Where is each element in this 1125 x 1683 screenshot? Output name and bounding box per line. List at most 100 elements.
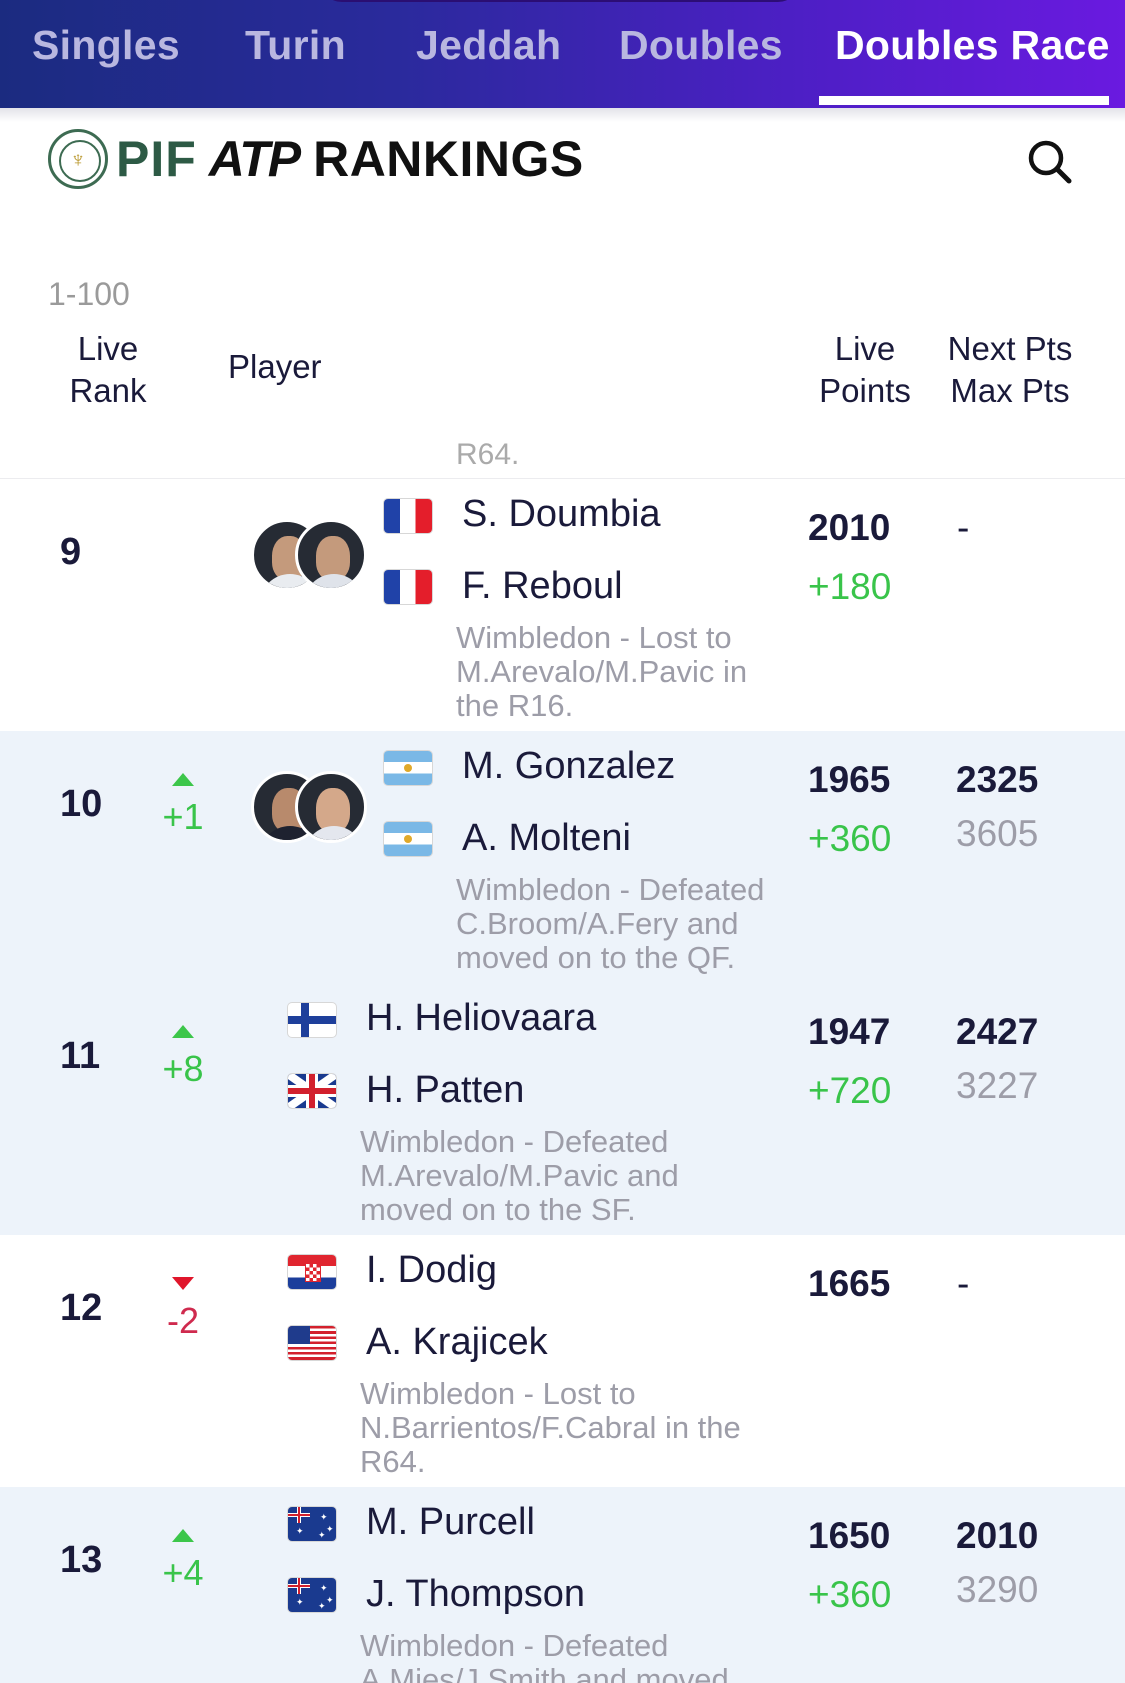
team-avatars (251, 519, 367, 595)
ranking-row[interactable]: 10 +1 M. Gonzalez A. Molteni Wimbledon -… (0, 731, 1125, 983)
search-icon[interactable] (1026, 138, 1074, 186)
tab-bar: Singles Turin Jeddah Doubles Doubles Rac… (0, 0, 1125, 108)
player-name[interactable]: H. Heliovaara (366, 997, 596, 1040)
column-header-live-rank[interactable]: Live Rank (48, 328, 168, 412)
rank-number: 10 (60, 783, 103, 825)
points-gain: +180 (808, 566, 892, 607)
player-avatar (295, 519, 367, 591)
player-name[interactable]: F. Reboul (462, 565, 623, 608)
ranking-row[interactable]: 11 +8 H. Heliovaara H. Patten Wimbledon … (0, 983, 1125, 1235)
movement-value: +1 (162, 796, 204, 837)
header-points-line1: Live (834, 330, 896, 367)
match-description: Wimbledon - Defeated C.Broom/A.Fery and … (456, 873, 786, 975)
description-line: M.Arevalo/M.Pavic and (360, 1158, 679, 1193)
uk-flag-icon (288, 1074, 336, 1108)
rank-number: 13 (60, 1539, 103, 1581)
header-next-line2: Max Pts (950, 372, 1070, 409)
pif-atp-rankings-logo: ♆ PIF ATP RANKINGS (48, 128, 584, 190)
finland-flag-icon (288, 1003, 336, 1037)
points-gain: +360 (808, 818, 892, 859)
description-line: R64. (360, 1444, 426, 1479)
next-points: 2427 (956, 1011, 1039, 1052)
ranking-row[interactable]: 9 S. Doumbia F. Reboul Wimbledon - Lost … (0, 479, 1125, 731)
tab-jeddah[interactable]: Jeddah (416, 22, 561, 69)
description-line: Wimbledon - Defeated (360, 1124, 669, 1159)
player-name[interactable]: J. Thompson (366, 1573, 585, 1616)
tab-bar-shadow (0, 108, 1125, 122)
movement-value: -2 (166, 1300, 199, 1341)
column-header-live-points[interactable]: Live Points (800, 328, 930, 412)
live-points: 1947 (808, 1011, 891, 1052)
description-line: N.Barrientos/F.Cabral in the (360, 1410, 741, 1445)
max-points: 3605 (956, 813, 1039, 854)
match-description: Wimbledon - Lost to M.Arevalo/M.Pavic in… (456, 621, 786, 723)
max-points: 3227 (956, 1065, 1039, 1106)
range-selector[interactable]: 1-100 (48, 276, 130, 313)
live-points: 1965 (808, 759, 891, 800)
description-line: moved on to the QF. (456, 940, 736, 975)
rank-number: 12 (60, 1287, 103, 1329)
header-rank-line2: Rank (69, 372, 147, 409)
player-name[interactable]: M. Gonzalez (462, 745, 675, 788)
croatia-flag-icon (288, 1255, 336, 1289)
max-points: 3290 (956, 1569, 1039, 1610)
logo-atp: ATP (208, 131, 301, 187)
arrow-up-icon (172, 1529, 194, 1542)
description-line: moved on to the SF. (360, 1192, 636, 1227)
live-points: 1665 (808, 1263, 891, 1304)
ranking-row[interactable]: 13 +4 ✦ ✦ ✦ ✦ M. Purcell ✦ ✦ ✦ ✦ J. Thompson W… (0, 1487, 1125, 1683)
player-avatar (295, 771, 367, 843)
tab-singles[interactable]: Singles (32, 22, 180, 69)
description-line: Wimbledon - Lost to (456, 620, 732, 655)
argentina-flag-icon (384, 751, 432, 785)
description-line: Wimbledon - Lost to (360, 1376, 636, 1411)
australia-flag-icon: ✦ ✦ ✦ ✦ (288, 1507, 336, 1541)
arrow-up-icon (172, 773, 194, 786)
movement-value: +4 (162, 1552, 204, 1593)
ranking-row[interactable]: 12 -2 I. Dodig A. Krajicek Wimbledon - L… (0, 1235, 1125, 1487)
france-flag-icon (384, 570, 432, 604)
column-header-next-max-pts[interactable]: Next Pts Max Pts (935, 328, 1085, 412)
arrow-up-icon (172, 1025, 194, 1038)
player-name[interactable]: I. Dodig (366, 1249, 497, 1292)
rank-movement: +4 (150, 1529, 216, 1594)
description-line: the R16. (456, 688, 574, 723)
match-description: Wimbledon - Lost to N.Barrientos/F.Cabra… (360, 1377, 780, 1479)
points-gain: +360 (808, 1574, 892, 1615)
header-next-line1: Next Pts (947, 330, 1073, 367)
description-line: Wimbledon - Defeated (360, 1628, 669, 1663)
team-avatars (251, 771, 367, 847)
player-name[interactable]: A. Molteni (462, 817, 631, 860)
tab-doubles-race[interactable]: Doubles Race (835, 22, 1110, 69)
live-points: 2010 (808, 507, 891, 548)
live-points: 1650 (808, 1515, 891, 1556)
rank-number: 9 (60, 531, 82, 573)
rank-movement: -2 (150, 1277, 216, 1342)
header-rank-line1: Live (77, 330, 139, 367)
rank-number: 11 (60, 1035, 101, 1077)
australia-flag-icon: ✦ ✦ ✦ ✦ (288, 1578, 336, 1612)
player-name[interactable]: S. Doumbia (462, 493, 661, 536)
description-line: Wimbledon - Defeated (456, 872, 765, 907)
match-description: Wimbledon - Defeated A.Mies/J.Smith and … (360, 1629, 780, 1683)
next-points: - (957, 1263, 970, 1304)
column-header-player: Player (228, 348, 322, 385)
player-name[interactable]: A. Krajicek (366, 1321, 548, 1364)
argentina-flag-icon (384, 822, 432, 856)
tab-turin[interactable]: Turin (245, 22, 346, 69)
pif-seal-icon: ♆ (48, 129, 108, 189)
description-line: M.Arevalo/M.Pavic in (456, 654, 748, 689)
player-name[interactable]: H. Patten (366, 1069, 524, 1112)
next-points: 2325 (956, 759, 1039, 800)
active-tab-indicator (819, 96, 1109, 105)
tab-doubles[interactable]: Doubles (619, 22, 783, 69)
description-line: A.Mies/J.Smith and moved (360, 1662, 729, 1683)
player-name[interactable]: M. Purcell (366, 1501, 535, 1544)
previous-row-description-tail: R64. (456, 438, 520, 471)
rank-movement: +1 (150, 773, 216, 838)
france-flag-icon (384, 499, 432, 533)
rank-movement: +8 (150, 1025, 216, 1090)
status-notch (320, 0, 800, 2)
next-points: - (957, 507, 970, 548)
points-gain: +720 (808, 1070, 892, 1111)
